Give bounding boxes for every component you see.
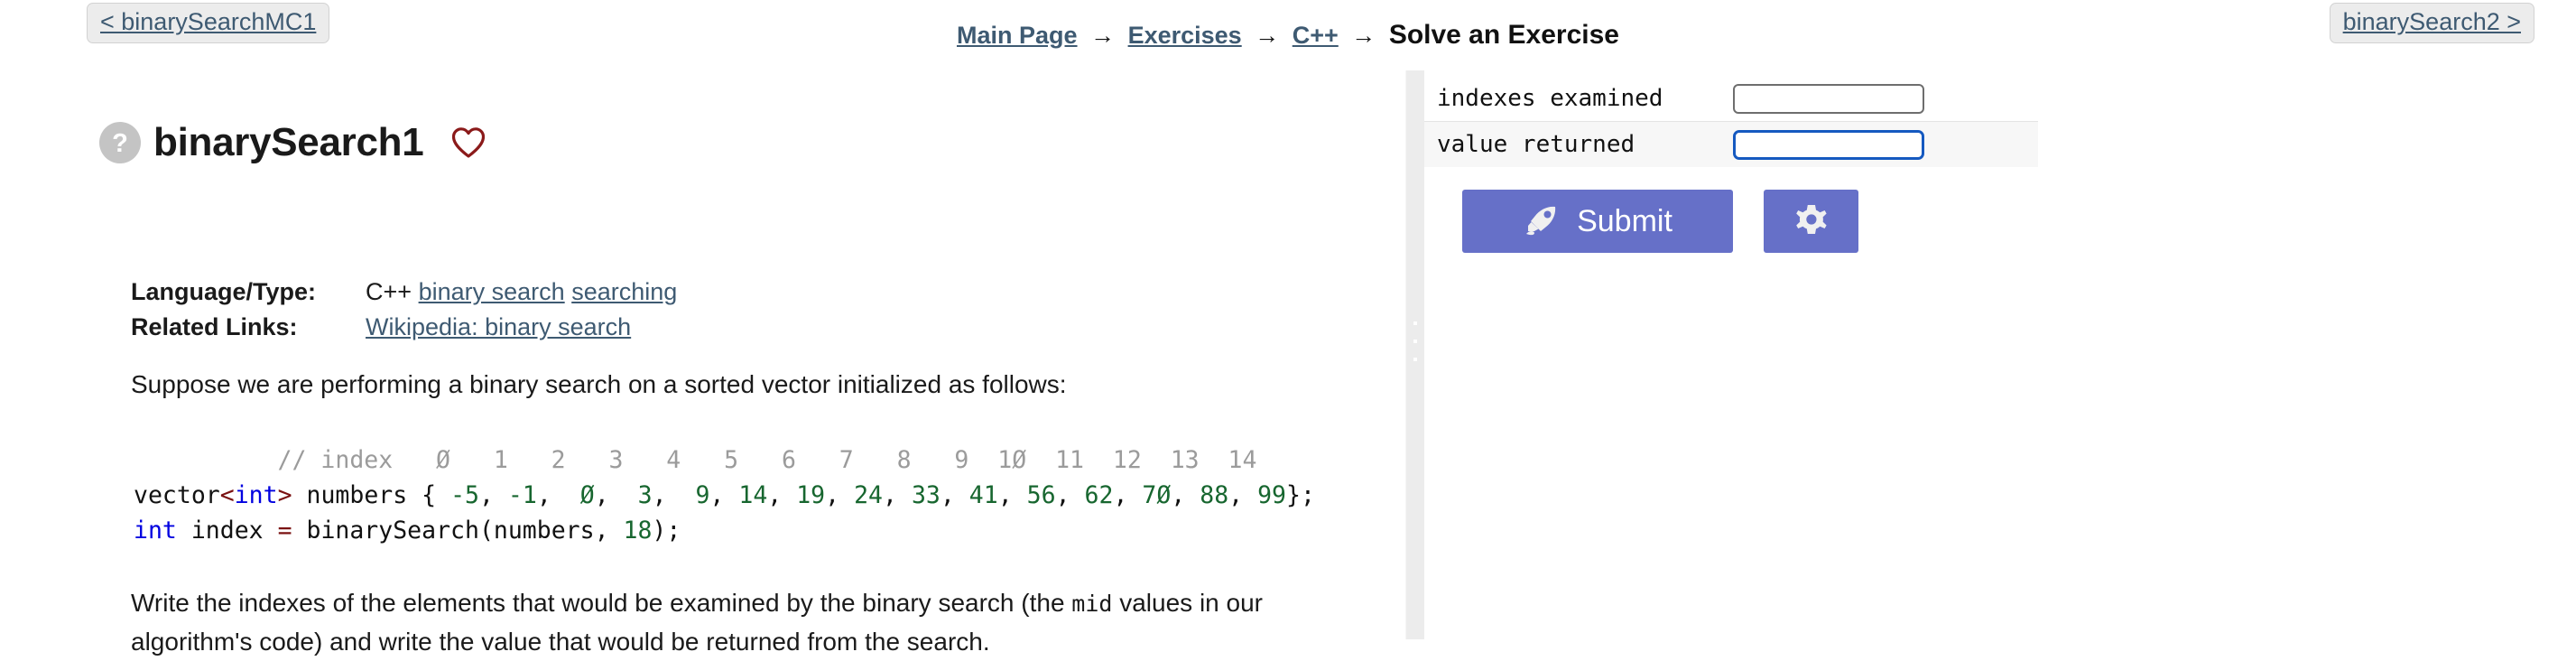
- answer-pane: indexes examined value returned Submit: [1424, 56, 2576, 641]
- breadcrumb-item-exercises[interactable]: Exercises: [1128, 22, 1242, 49]
- next-exercise-button[interactable]: binarySearch2 >: [2329, 3, 2534, 43]
- submit-button-label: Submit: [1577, 204, 1673, 238]
- metadata-row-language: Language/Type: C++ binary search searchi…: [131, 277, 677, 312]
- breadcrumb-current-page: Solve an Exercise: [1388, 20, 1619, 50]
- code-call-line: int index = binarySearch(numbers, 18);: [134, 517, 681, 545]
- heart-outline-icon[interactable]: [452, 127, 486, 158]
- related-link-wikipedia[interactable]: Wikipedia: binary search: [366, 313, 631, 340]
- pane-splitter-handle[interactable]: [1405, 70, 1425, 639]
- exercise-instructions: Write the indexes of the elements that w…: [131, 584, 1367, 661]
- related-links-label: Related Links:: [131, 312, 298, 340]
- code-snippet: // index Ø 1 2 3 4 5 6 7 8 9 1Ø 11 12 13…: [134, 442, 1315, 548]
- related-links-value: Wikipedia: binary search: [366, 312, 677, 348]
- question-circle-icon[interactable]: ?: [99, 122, 141, 163]
- answer-row-indexes-examined: indexes examined: [1424, 76, 2038, 122]
- answer-input-cell: [1726, 76, 2038, 122]
- tag-link-binary-search[interactable]: binary search: [419, 278, 565, 305]
- breadcrumb-item-cpp[interactable]: C++: [1293, 22, 1339, 49]
- tag-link-searching[interactable]: searching: [571, 278, 677, 305]
- exercise-title-row: ? binarySearch1: [99, 117, 486, 168]
- answer-label-indexes-examined: indexes examined: [1437, 85, 1663, 112]
- code-index-comment: // index Ø 1 2 3 4 5 6 7 8 9 1Ø 11 12 13…: [134, 446, 1257, 474]
- exercise-intro-text: Suppose we are performing a binary searc…: [131, 370, 1067, 398]
- settings-button[interactable]: [1764, 190, 1858, 253]
- splitter-grip-dot: [1413, 358, 1417, 361]
- page-title: binarySearch1: [153, 120, 424, 164]
- submit-button[interactable]: Submit: [1462, 190, 1733, 253]
- top-navigation-bar: < binarySearchMC1 Main Page → Exercises …: [0, 0, 2576, 56]
- splitter-grip-dot: [1413, 321, 1417, 325]
- answer-label-value-returned: value returned: [1424, 121, 1726, 167]
- language-type-value: C++ binary search searching: [366, 277, 677, 312]
- language-type-label: Language/Type:: [131, 278, 317, 305]
- answer-fields-table: indexes examined value returned: [1424, 76, 2038, 167]
- rocket-icon: [1526, 206, 1556, 236]
- breadcrumb-separator-2: →: [1255, 22, 1280, 49]
- answer-row-value-returned: value returned: [1424, 121, 2038, 167]
- breadcrumb-item-main-page[interactable]: Main Page: [957, 22, 1078, 49]
- instructions-part-1: Write the indexes of the elements that w…: [131, 589, 1072, 617]
- breadcrumb: Main Page → Exercises → C++ → Solve an E…: [0, 22, 2576, 49]
- exercise-description-pane: ? binarySearch1 Language/Type: C++ binar…: [0, 56, 1395, 656]
- code-declaration-line: vector<int> numbers { -5, -1, Ø, 3, 9, 1…: [134, 481, 1315, 509]
- language-name: C++: [366, 278, 412, 305]
- breadcrumb-separator-3: →: [1351, 22, 1376, 49]
- answer-input-cell: [1726, 121, 2038, 167]
- splitter-grip-dot: [1413, 340, 1417, 343]
- exercise-metadata-table: Language/Type: C++ binary search searchi…: [131, 277, 677, 348]
- action-button-row: Submit: [1462, 190, 1858, 253]
- instructions-mono-term: mid: [1071, 591, 1113, 617]
- gear-icon: [1795, 205, 1827, 234]
- svg-text:?: ?: [112, 129, 128, 158]
- breadcrumb-separator-1: →: [1090, 22, 1116, 49]
- indexes-examined-input[interactable]: [1733, 83, 1924, 114]
- metadata-row-related-links: Related Links: Wikipedia: binary search: [131, 312, 677, 348]
- value-returned-input[interactable]: [1733, 129, 1924, 160]
